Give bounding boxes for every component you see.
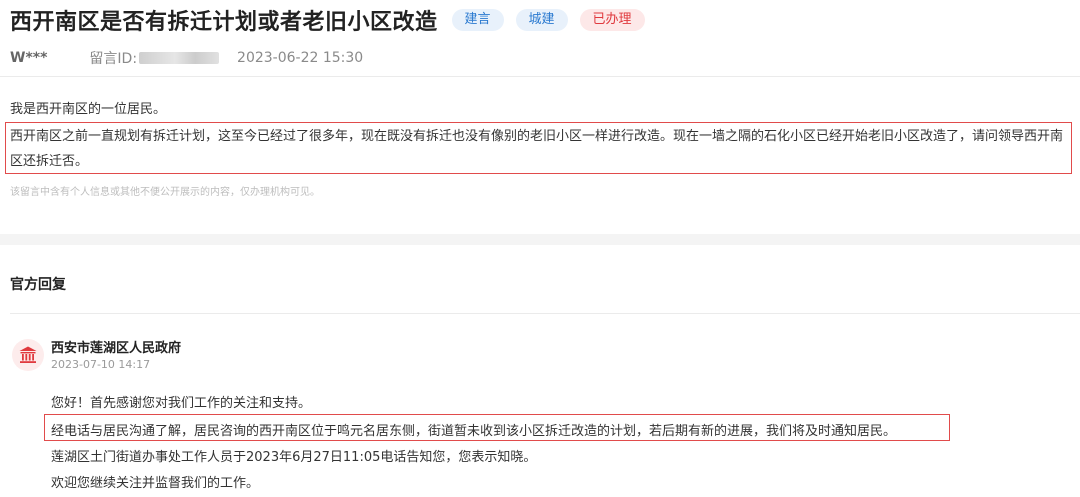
reply-line: 欢迎您继续关注并监督我们的工作。 xyxy=(51,476,260,491)
reply-datetime: 2023-07-10 14:17 xyxy=(51,358,151,371)
post-meta: W*** 留言ID: 2023-06-22 15:30 xyxy=(10,46,363,70)
reply-divider xyxy=(10,313,1080,314)
post-body-highlight xyxy=(5,122,1072,174)
message-id-label: 留言ID: xyxy=(89,51,138,67)
post-title: 西开南区是否有拆迁计划或者老旧小区改造 xyxy=(10,10,438,35)
privacy-notice: 该留言中含有个人信息或其他不便公开展示的内容，仅办理机构可见。 xyxy=(10,187,320,198)
post-author: W*** xyxy=(10,50,48,66)
government-building-icon xyxy=(19,346,37,363)
message-id-redacted xyxy=(139,52,220,64)
reply-org-name: 西安市莲湖区人民政府 xyxy=(51,341,182,356)
tag-suggestion[interactable]: 建言 xyxy=(451,9,504,31)
post-datetime: 2023-06-22 15:30 xyxy=(237,50,364,66)
reply-line: 您好！首先感谢您对我们工作的关注和支持。 xyxy=(51,396,312,411)
post-intro: 我是西开南区的一位居民。 xyxy=(10,102,167,117)
header-divider xyxy=(0,76,1080,77)
title-row: 西开南区是否有拆迁计划或者老旧小区改造 建言 城建 已办理 xyxy=(10,4,657,36)
section-separator xyxy=(0,234,1080,245)
reply-line: 莲湖区土门街道办事处工作人员于2023年6月27日11:05电话告知您，您表示知… xyxy=(51,450,537,465)
tag-status-handled: 已办理 xyxy=(579,9,645,31)
tag-urban-construction[interactable]: 城建 xyxy=(515,9,568,31)
tag-list: 建言 城建 已办理 xyxy=(451,9,657,31)
reply-highlight xyxy=(44,414,950,441)
reply-section-title: 官方回复 xyxy=(10,277,66,293)
org-avatar xyxy=(12,339,44,371)
